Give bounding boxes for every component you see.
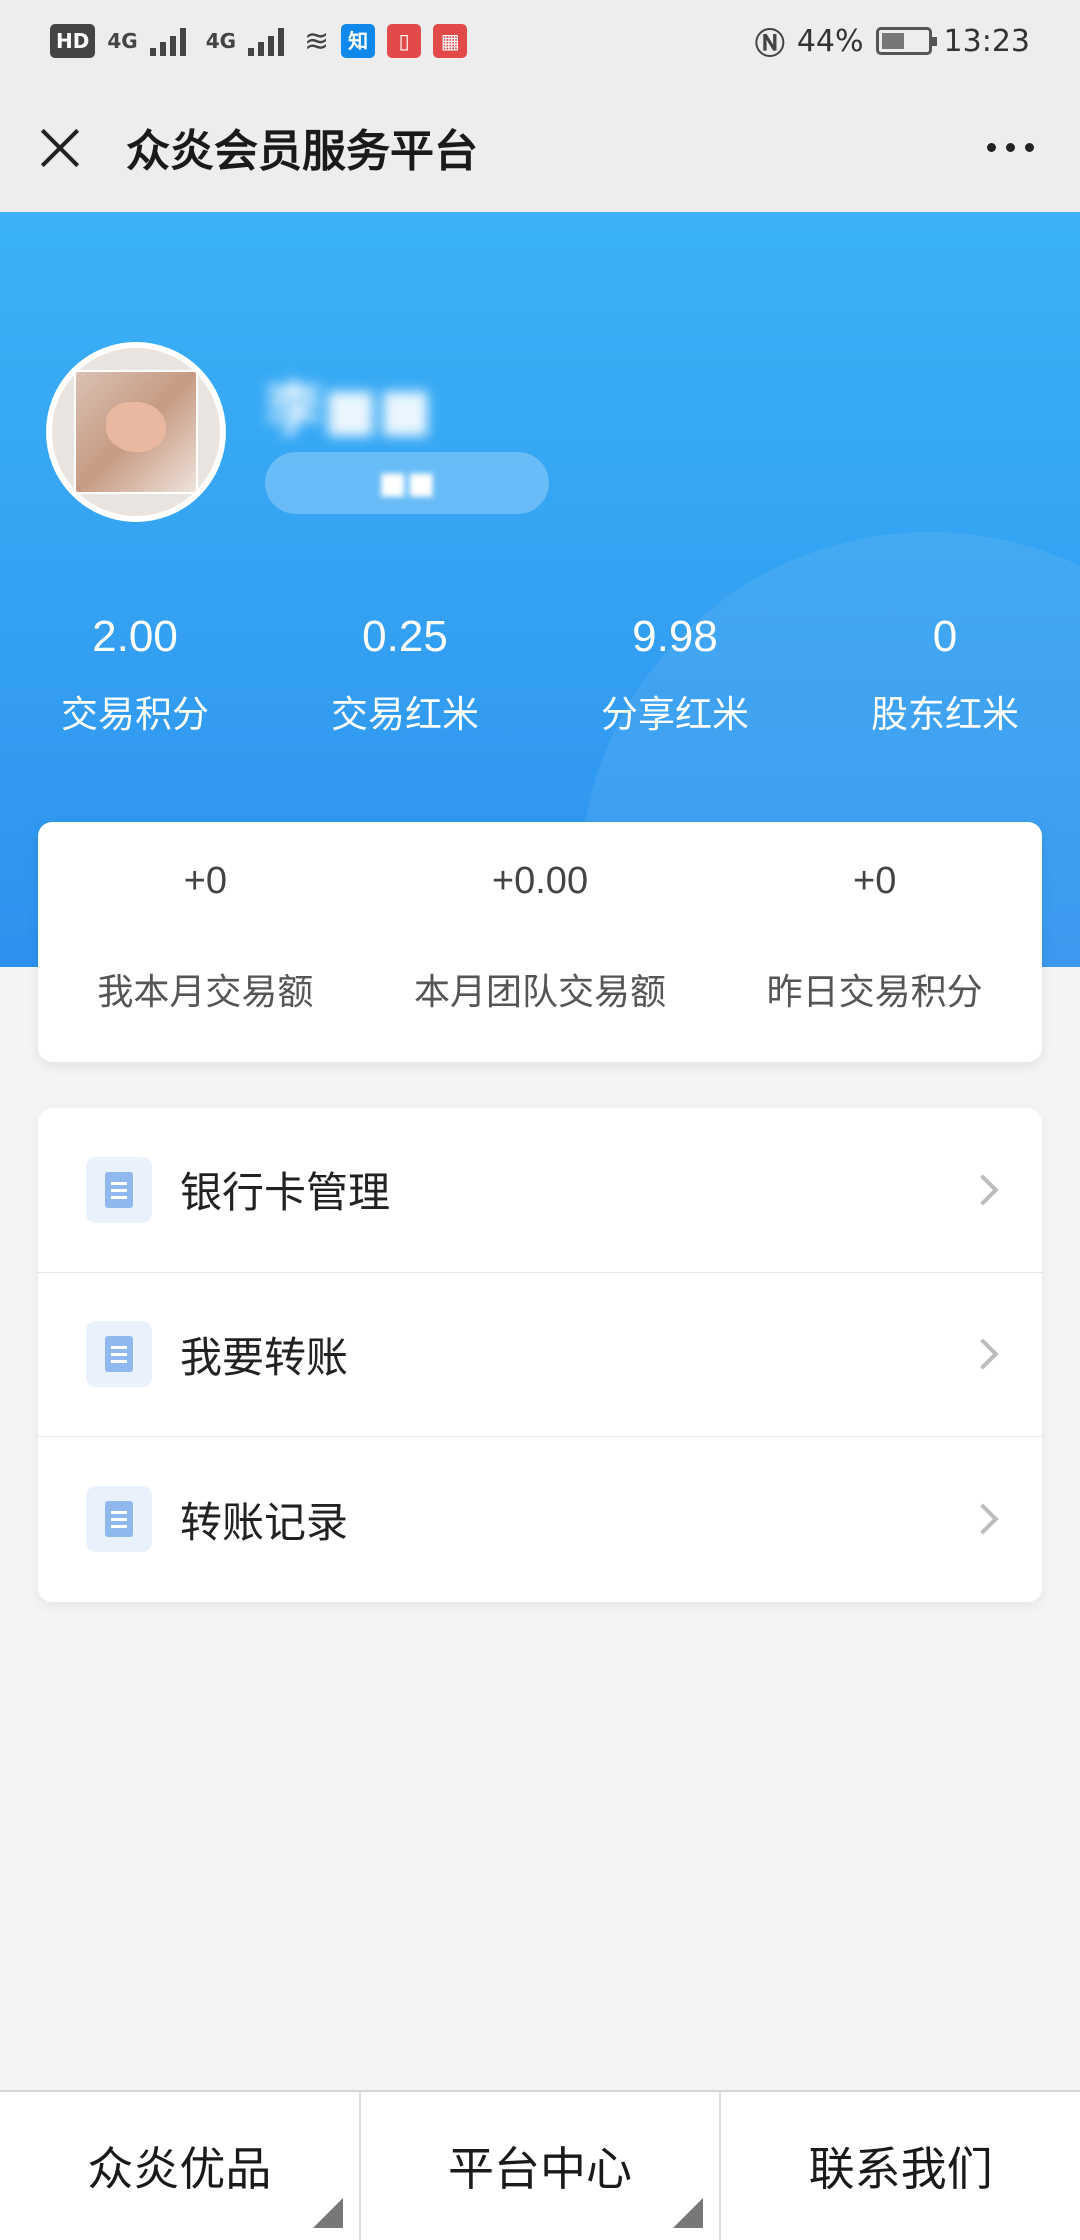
calendar-app-icon: ▦ xyxy=(433,24,468,58)
summary-label: 昨日交易积分 xyxy=(766,972,983,1013)
signal-icon xyxy=(149,26,194,56)
yesterday-trade-points: +0 昨日交易积分 xyxy=(707,822,1042,1062)
member-level-badge: ■■ xyxy=(265,452,549,514)
nav-zhongyan-products[interactable]: 众炎优品 xyxy=(0,2092,359,2240)
submenu-indicator-icon xyxy=(673,2198,704,2228)
document-icon xyxy=(86,1486,152,1553)
page-title: 众炎会员服务平台 xyxy=(126,126,478,177)
bottom-nav: 众炎优品 平台中心 联系我们 xyxy=(0,2090,1080,2240)
menu-item-transfer[interactable]: 我要转账 xyxy=(38,1273,1042,1438)
summary-value: +0.00 xyxy=(491,860,589,902)
signal-icon-2 xyxy=(248,26,292,56)
summary-value: +0 xyxy=(853,860,897,902)
menu-item-label: 转账记录 xyxy=(180,1497,349,1547)
summary-value: +0 xyxy=(183,860,227,902)
nav-platform-center[interactable]: 平台中心 xyxy=(358,2092,720,2240)
chevron-right-icon xyxy=(967,1503,999,1536)
account-stats: 2.00 交易积分 0.25 交易红米 9.98 分享红米 0 股东红米 xyxy=(0,612,1080,738)
nav-label: 平台中心 xyxy=(448,2142,632,2196)
network-type-1: 4G xyxy=(107,29,138,53)
status-right-icons: Ⓝ 44% 13:23 xyxy=(755,19,1030,63)
monthly-summary-card: +0 我本月交易额 +0.00 本月团队交易额 +0 昨日交易积分 xyxy=(38,822,1042,1062)
clock: 13:23 xyxy=(943,23,1030,59)
summary-label: 我本月交易额 xyxy=(97,972,314,1013)
stat-label: 交易红米 xyxy=(331,693,479,736)
chevron-right-icon xyxy=(967,1174,999,1206)
stat-share-hongmi[interactable]: 9.98 分享红米 xyxy=(540,612,810,738)
wifi-icon: ≋ xyxy=(304,23,330,59)
title-bar: 众炎会员服务平台 xyxy=(0,82,1080,212)
nfc-icon: Ⓝ xyxy=(754,27,785,62)
nav-label: 联系我们 xyxy=(808,2142,993,2196)
nav-contact-us[interactable]: 联系我们 xyxy=(719,2092,1080,2240)
stat-value: 2.00 xyxy=(92,612,178,661)
status-left-icons: HD 4G 4G ≋ 知 ▯ ▦ xyxy=(50,23,468,59)
status-bar: HD 4G 4G ≋ 知 ▯ ▦ Ⓝ 44% 13:23 xyxy=(0,0,1080,82)
network-type-2: 4G xyxy=(205,29,237,53)
stat-value: 9.98 xyxy=(632,612,718,661)
more-options-icon[interactable] xyxy=(977,133,1044,162)
submenu-indicator-icon xyxy=(312,2198,343,2228)
book-app-icon: ▯ xyxy=(387,24,422,58)
menu-item-label: 银行卡管理 xyxy=(180,1168,391,1218)
stat-trade-points[interactable]: 2.00 交易积分 xyxy=(0,612,270,738)
chevron-right-icon xyxy=(967,1338,999,1370)
battery-percent: 44% xyxy=(796,23,864,59)
stat-label: 股东红米 xyxy=(871,693,1019,736)
stat-label: 分享红米 xyxy=(601,693,749,736)
summary-label: 本月团队交易额 xyxy=(414,972,667,1013)
menu-list: 银行卡管理 我要转账 转账记录 xyxy=(38,1108,1042,1602)
team-monthly-trade: +0.00 本月团队交易额 xyxy=(373,822,708,1062)
document-icon xyxy=(86,1156,152,1223)
user-name: 李■■ xyxy=(265,375,433,443)
my-monthly-trade: +0 我本月交易额 xyxy=(38,822,373,1062)
menu-item-label: 我要转账 xyxy=(180,1332,349,1382)
hd-icon: HD xyxy=(50,24,96,58)
member-level-text: ■■ xyxy=(378,465,436,501)
stat-value: 0.25 xyxy=(362,612,448,661)
stat-trade-hongmi[interactable]: 0.25 交易红米 xyxy=(270,612,540,738)
nav-label: 众炎优品 xyxy=(87,2142,272,2196)
avatar[interactable] xyxy=(46,342,226,522)
menu-item-bank-card[interactable]: 银行卡管理 xyxy=(38,1108,1042,1273)
document-icon xyxy=(86,1321,152,1388)
stat-value: 0 xyxy=(932,612,958,661)
stat-shareholder-hongmi[interactable]: 0 股东红米 xyxy=(810,612,1080,738)
battery-icon xyxy=(875,27,937,55)
close-icon[interactable] xyxy=(36,123,84,171)
menu-item-transfer-records[interactable]: 转账记录 xyxy=(38,1437,1042,1602)
stat-label: 交易积分 xyxy=(61,693,209,736)
zhihu-app-icon: 知 xyxy=(341,24,376,58)
